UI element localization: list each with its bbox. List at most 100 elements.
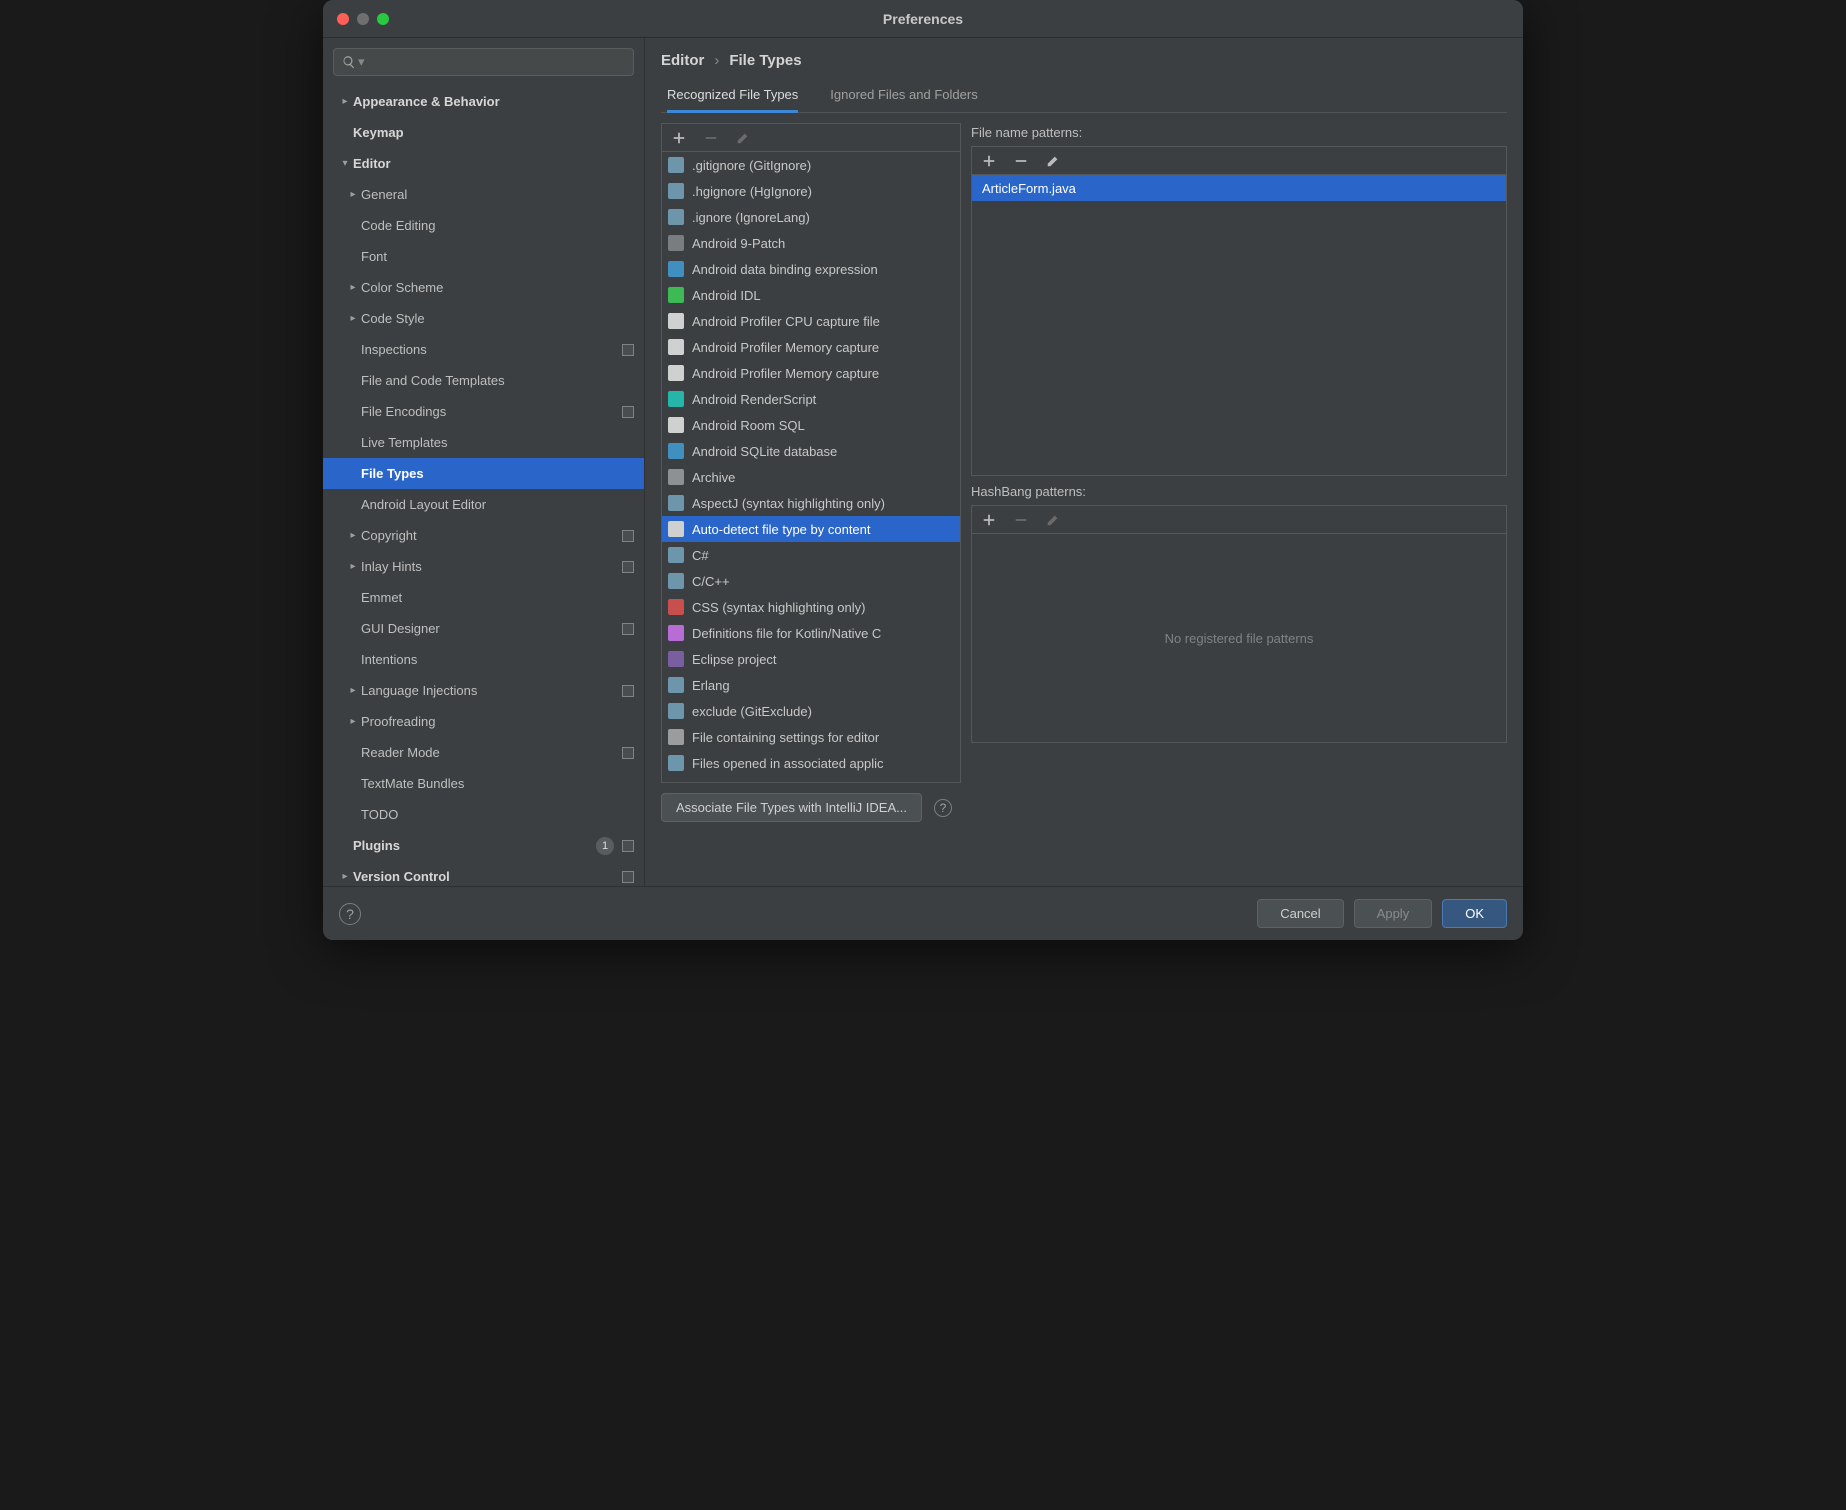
sidebar-item[interactable]: Code Editing xyxy=(323,210,644,241)
file-type-label: Android SQLite database xyxy=(692,444,837,459)
sidebar-item[interactable]: Plugins1 xyxy=(323,830,644,861)
associate-button[interactable]: Associate File Types with IntelliJ IDEA.… xyxy=(661,793,922,822)
file-type-row[interactable]: Erlang xyxy=(662,672,960,698)
file-type-row[interactable]: CSS (syntax highlighting only) xyxy=(662,594,960,620)
remove-hashbang-button[interactable] xyxy=(1014,513,1028,527)
chevron-icon: ▸ xyxy=(345,530,361,541)
hashbang-patterns-label: HashBang patterns: xyxy=(971,482,1507,499)
sidebar-item[interactable]: Reader Mode xyxy=(323,737,644,768)
chevron-icon: ▸ xyxy=(337,871,353,882)
sidebar-item[interactable]: ▸Appearance & Behavior xyxy=(323,86,644,117)
associate-help-icon[interactable]: ? xyxy=(934,799,952,817)
file-type-row[interactable]: Files opened in associated applic xyxy=(662,750,960,776)
file-type-icon xyxy=(668,495,684,511)
sidebar-item[interactable]: Inspections xyxy=(323,334,644,365)
sidebar-item-label: Intentions xyxy=(361,652,644,667)
tab-recognized[interactable]: Recognized File Types xyxy=(667,79,798,112)
sidebar-item[interactable]: Intentions xyxy=(323,644,644,675)
tab-ignored[interactable]: Ignored Files and Folders xyxy=(830,79,977,112)
file-type-icon xyxy=(668,573,684,589)
patterns-list[interactable]: ArticleForm.java xyxy=(972,175,1506,475)
apply-button[interactable]: Apply xyxy=(1354,899,1433,928)
pattern-row[interactable]: ArticleForm.java xyxy=(972,175,1506,201)
add-hashbang-button[interactable] xyxy=(982,513,996,527)
help-button[interactable]: ? xyxy=(339,903,361,925)
file-type-row[interactable]: AspectJ (syntax highlighting only) xyxy=(662,490,960,516)
sidebar-item[interactable]: Live Templates xyxy=(323,427,644,458)
file-type-row[interactable]: Android IDL xyxy=(662,282,960,308)
sidebar-item-label: Version Control xyxy=(353,869,644,884)
remove-pattern-button[interactable] xyxy=(1014,154,1028,168)
sidebar-item[interactable]: ▸General xyxy=(323,179,644,210)
sidebar-item[interactable]: ▸Inlay Hints xyxy=(323,551,644,582)
file-type-label: AspectJ (syntax highlighting only) xyxy=(692,496,885,511)
sidebar-item[interactable]: ▸Proofreading xyxy=(323,706,644,737)
chevron-icon: ▸ xyxy=(337,96,353,107)
file-type-row[interactable]: Archive xyxy=(662,464,960,490)
sidebar-item-label: GUI Designer xyxy=(361,621,644,636)
search-icon xyxy=(342,55,356,69)
file-type-label: C# xyxy=(692,548,709,563)
sidebar-item[interactable]: Font xyxy=(323,241,644,272)
add-pattern-button[interactable] xyxy=(982,154,996,168)
cancel-button[interactable]: Cancel xyxy=(1257,899,1343,928)
sidebar-item[interactable]: TODO xyxy=(323,799,644,830)
file-type-icon xyxy=(668,469,684,485)
sidebar-item[interactable]: ▸Color Scheme xyxy=(323,272,644,303)
sidebar-item[interactable]: Emmet xyxy=(323,582,644,613)
sidebar-item[interactable]: ▸Code Style xyxy=(323,303,644,334)
file-type-icon xyxy=(668,417,684,433)
file-type-row[interactable]: File containing settings for editor xyxy=(662,724,960,750)
file-types-toolbar xyxy=(662,124,960,152)
file-type-icon xyxy=(668,365,684,381)
file-types-list[interactable]: .gitignore (GitIgnore).hgignore (HgIgnor… xyxy=(662,152,960,782)
ok-button[interactable]: OK xyxy=(1442,899,1507,928)
sidebar-item[interactable]: ▸Copyright xyxy=(323,520,644,551)
sidebar-item-label: Code Style xyxy=(361,311,644,326)
sidebar-item[interactable]: TextMate Bundles xyxy=(323,768,644,799)
sidebar-item[interactable]: ▸Language Injections xyxy=(323,675,644,706)
file-type-row[interactable]: Android Profiler CPU capture file xyxy=(662,308,960,334)
file-type-row[interactable]: C/C++ xyxy=(662,568,960,594)
file-type-row[interactable]: C# xyxy=(662,542,960,568)
edit-pattern-button[interactable] xyxy=(1046,154,1060,168)
file-type-row[interactable]: .ignore (IgnoreLang) xyxy=(662,204,960,230)
file-type-row[interactable]: Android SQLite database xyxy=(662,438,960,464)
file-type-label: Android Profiler Memory capture xyxy=(692,366,879,381)
sidebar-item[interactable]: ▾Editor xyxy=(323,148,644,179)
file-type-row[interactable]: .hgignore (HgIgnore) xyxy=(662,178,960,204)
remove-file-type-button[interactable] xyxy=(704,131,718,145)
hashbang-patterns-box: No registered file patterns xyxy=(971,505,1507,743)
sidebar-item[interactable]: ▸Version Control xyxy=(323,861,644,886)
file-type-row[interactable]: exclude (GitExclude) xyxy=(662,698,960,724)
edit-hashbang-button[interactable] xyxy=(1046,513,1060,527)
file-type-row[interactable]: Eclipse project xyxy=(662,646,960,672)
sidebar-item-label: Font xyxy=(361,249,644,264)
file-type-icon xyxy=(668,625,684,641)
sidebar-item[interactable]: Android Layout Editor xyxy=(323,489,644,520)
file-type-icon xyxy=(668,157,684,173)
file-type-label: Archive xyxy=(692,470,735,485)
search-input[interactable]: ▾ xyxy=(333,48,634,76)
sidebar-item[interactable]: GUI Designer xyxy=(323,613,644,644)
file-type-row[interactable]: Android Profiler Memory capture xyxy=(662,360,960,386)
sidebar-item[interactable]: File Encodings xyxy=(323,396,644,427)
file-type-label: Auto-detect file type by content xyxy=(692,522,871,537)
file-type-row[interactable]: Definitions file for Kotlin/Native C xyxy=(662,620,960,646)
file-type-label: Definitions file for Kotlin/Native C xyxy=(692,626,881,641)
sidebar-item[interactable]: Keymap xyxy=(323,117,644,148)
file-type-row[interactable]: Android Profiler Memory capture xyxy=(662,334,960,360)
edit-file-type-button[interactable] xyxy=(736,131,750,145)
add-file-type-button[interactable] xyxy=(672,131,686,145)
sidebar-item[interactable]: File and Code Templates xyxy=(323,365,644,396)
file-type-row[interactable]: Auto-detect file type by content xyxy=(662,516,960,542)
sidebar-item-label: Live Templates xyxy=(361,435,644,450)
file-type-row[interactable]: Android 9-Patch xyxy=(662,230,960,256)
file-type-row[interactable]: Android data binding expression xyxy=(662,256,960,282)
sidebar-item-label: Emmet xyxy=(361,590,644,605)
sidebar-item[interactable]: File Types xyxy=(323,458,644,489)
file-type-row[interactable]: Android RenderScript xyxy=(662,386,960,412)
hashbang-toolbar xyxy=(972,506,1506,534)
file-type-row[interactable]: Android Room SQL xyxy=(662,412,960,438)
file-type-row[interactable]: .gitignore (GitIgnore) xyxy=(662,152,960,178)
